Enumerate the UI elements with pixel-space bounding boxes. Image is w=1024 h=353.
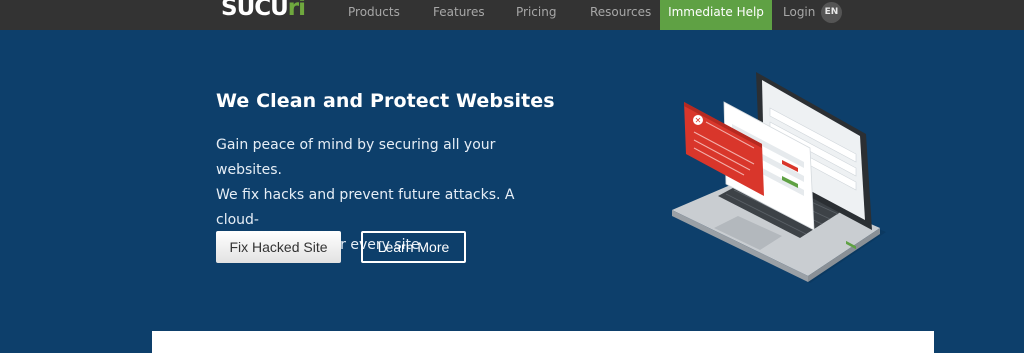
hero-description-line: Gain peace of mind by securing all your … [216, 137, 496, 178]
laptop-dashboard-illustration: ✕ [672, 72, 886, 283]
fix-hacked-site-button[interactable]: Fix Hacked Site [216, 231, 341, 263]
nav-features[interactable]: Features [433, 0, 485, 24]
nav-products[interactable]: Products [348, 0, 400, 24]
hero-description-line: We fix hacks and prevent future attacks.… [216, 187, 515, 228]
sucuri-logo[interactable]: SUCUri [221, 0, 306, 24]
immediate-help-button[interactable]: Immediate Help [660, 0, 772, 30]
content-card [152, 331, 934, 353]
nav-resources[interactable]: Resources [590, 0, 651, 24]
language-selector[interactable]: EN [821, 2, 842, 23]
hero-title: We Clean and Protect Websites [216, 90, 555, 112]
top-nav: SUCUri Products Features Pricing Resourc… [0, 0, 1024, 30]
warning-icon: ✕ [693, 115, 703, 125]
nav-pricing[interactable]: Pricing [516, 0, 556, 24]
login-link[interactable]: Login [783, 0, 815, 24]
learn-more-button[interactable]: Learn More [361, 231, 466, 263]
logo-main: SUCU [221, 0, 289, 21]
svg-text:✕: ✕ [695, 116, 702, 125]
logo-accent: ri [287, 0, 306, 21]
